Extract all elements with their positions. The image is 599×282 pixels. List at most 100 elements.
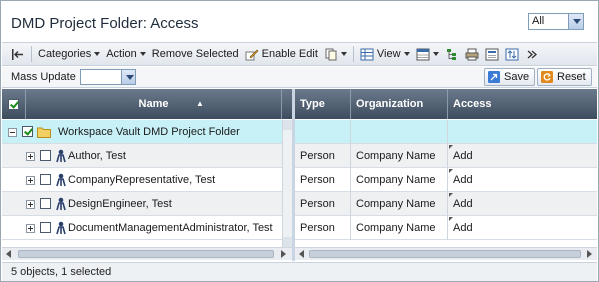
horizontal-scrollbar-left[interactable]	[2, 247, 292, 260]
collapse-toolbar-button[interactable]	[8, 44, 28, 64]
table-row[interactable]: Person Company Name Add	[295, 216, 597, 240]
arrow-left-bar-icon	[12, 48, 23, 60]
chevron-down-icon	[403, 52, 410, 56]
column-header-name-label: Name	[138, 98, 169, 110]
cell-access[interactable]: Add	[448, 144, 597, 168]
row-checkbox[interactable]	[40, 198, 51, 209]
cell-type: Person	[295, 216, 351, 240]
row-checkbox[interactable]	[40, 222, 51, 233]
folder-icon	[37, 127, 51, 138]
table-row[interactable]: DocumentManagementAdministrator, Test	[2, 216, 282, 240]
action-menu[interactable]: Action	[103, 44, 149, 64]
enable-edit-button[interactable]: Enable Edit	[242, 44, 321, 64]
cell-access-value: Add	[453, 222, 473, 234]
column-header-organization[interactable]: Organization	[351, 89, 448, 119]
expand-toggle[interactable]	[26, 176, 35, 185]
table-header-left: Name ▲	[2, 89, 292, 119]
row-checkbox[interactable]	[40, 174, 51, 185]
table-row[interactable]	[295, 120, 597, 144]
cell-organization	[351, 120, 448, 144]
table-row[interactable]: Workspace Vault DMD Project Folder	[2, 120, 282, 144]
scrollbar-thumb[interactable]	[18, 250, 274, 258]
row-name[interactable]: Author, Test	[68, 144, 126, 168]
column-header-access[interactable]: Access	[448, 89, 597, 119]
expand-toggle[interactable]	[26, 200, 35, 209]
column-header-name[interactable]: Name ▲	[26, 89, 282, 119]
chevron-down-icon	[432, 52, 439, 56]
expand-toggle[interactable]	[26, 152, 35, 161]
mass-update-select[interactable]	[80, 69, 136, 85]
page-title: DMD Project Folder: Access	[11, 15, 199, 32]
scroll-left-icon[interactable]	[4, 249, 14, 259]
person-icon	[56, 149, 66, 163]
collapse-toggle[interactable]	[8, 128, 17, 137]
scroll-left-icon[interactable]	[297, 249, 307, 259]
row-name[interactable]: CompanyRepresentative, Test	[68, 168, 215, 192]
vertical-scrollbar[interactable]	[282, 120, 292, 247]
sort-button[interactable]	[502, 44, 522, 64]
save-button[interactable]: Save	[484, 68, 536, 86]
tree-structure-button[interactable]	[442, 44, 462, 64]
editable-marker-icon	[449, 145, 453, 149]
table-header-right: Type Organization Access	[295, 89, 597, 119]
cell-type	[295, 120, 351, 144]
cell-access[interactable]: Add	[448, 192, 597, 216]
categories-menu[interactable]: Categories	[35, 44, 103, 64]
view-menu[interactable]: View	[357, 44, 413, 64]
table-row[interactable]: CompanyRepresentative, Test	[2, 168, 282, 192]
row-name[interactable]: DocumentManagementAdministrator, Test	[68, 216, 273, 240]
select-all-checkbox[interactable]	[8, 99, 19, 110]
scroll-right-icon[interactable]	[584, 249, 594, 259]
export-spreadsheet-icon	[485, 48, 499, 60]
chevron-down-icon[interactable]	[568, 14, 583, 29]
cell-access[interactable]: Add	[448, 168, 597, 192]
enable-edit-label: Enable Edit	[261, 48, 318, 60]
filter-select-value: All	[532, 15, 545, 27]
tree-structure-icon	[446, 48, 456, 60]
save-button-label: Save	[504, 71, 530, 83]
row-checkbox[interactable]	[40, 150, 51, 161]
horizontal-scrollbar-right[interactable]	[295, 247, 597, 260]
header-select-all[interactable]	[2, 89, 26, 119]
row-name[interactable]: Workspace Vault DMD Project Folder	[58, 120, 240, 144]
reset-button[interactable]: Reset	[537, 68, 592, 86]
column-header-organization-label: Organization	[356, 98, 424, 110]
chevron-down-icon	[340, 52, 347, 56]
remove-selected-button[interactable]: Remove Selected	[149, 44, 242, 64]
scrollbar-thumb[interactable]	[309, 250, 581, 258]
copy-menu-button[interactable]	[321, 44, 350, 64]
reset-icon	[541, 71, 553, 83]
cell-access[interactable]	[448, 120, 597, 144]
table-options-menu[interactable]	[413, 44, 442, 64]
editable-marker-icon	[449, 193, 453, 197]
table-row[interactable]: Person Company Name Add	[295, 168, 597, 192]
row-name[interactable]: DesignEngineer, Test	[68, 192, 172, 216]
more-tools-button[interactable]	[522, 44, 542, 64]
table-row[interactable]: Person Company Name Add	[295, 144, 597, 168]
table-row[interactable]: DesignEngineer, Test	[2, 192, 282, 216]
action-menu-label: Action	[106, 48, 137, 60]
chevron-down-icon[interactable]	[121, 70, 135, 84]
scroll-right-icon[interactable]	[278, 249, 288, 259]
scroll-up-icon[interactable]	[283, 120, 292, 130]
access-window: DMD Project Folder: Access All Categorie…	[0, 0, 599, 282]
cell-organization: Company Name	[351, 216, 448, 240]
table-row[interactable]: Person Company Name Add	[295, 192, 597, 216]
scroll-down-icon[interactable]	[283, 237, 292, 247]
table-row[interactable]: Author, Test	[2, 144, 282, 168]
row-checkbox[interactable]	[22, 126, 33, 137]
column-header-access-label: Access	[453, 98, 492, 110]
expand-toggle[interactable]	[26, 224, 35, 233]
cell-access[interactable]: Add	[448, 216, 597, 240]
cell-organization: Company Name	[351, 192, 448, 216]
filter-select[interactable]: All	[528, 13, 584, 30]
column-header-type-label: Type	[300, 98, 325, 110]
column-header-type[interactable]: Type	[295, 89, 351, 119]
editable-marker-icon	[449, 217, 453, 221]
status-bar: 5 objects, 1 selected	[2, 262, 597, 281]
toolbar-divider	[352, 46, 354, 62]
export-button[interactable]	[482, 44, 502, 64]
print-button[interactable]	[462, 44, 482, 64]
categories-menu-label: Categories	[38, 48, 92, 60]
chevron-down-icon	[94, 52, 101, 56]
